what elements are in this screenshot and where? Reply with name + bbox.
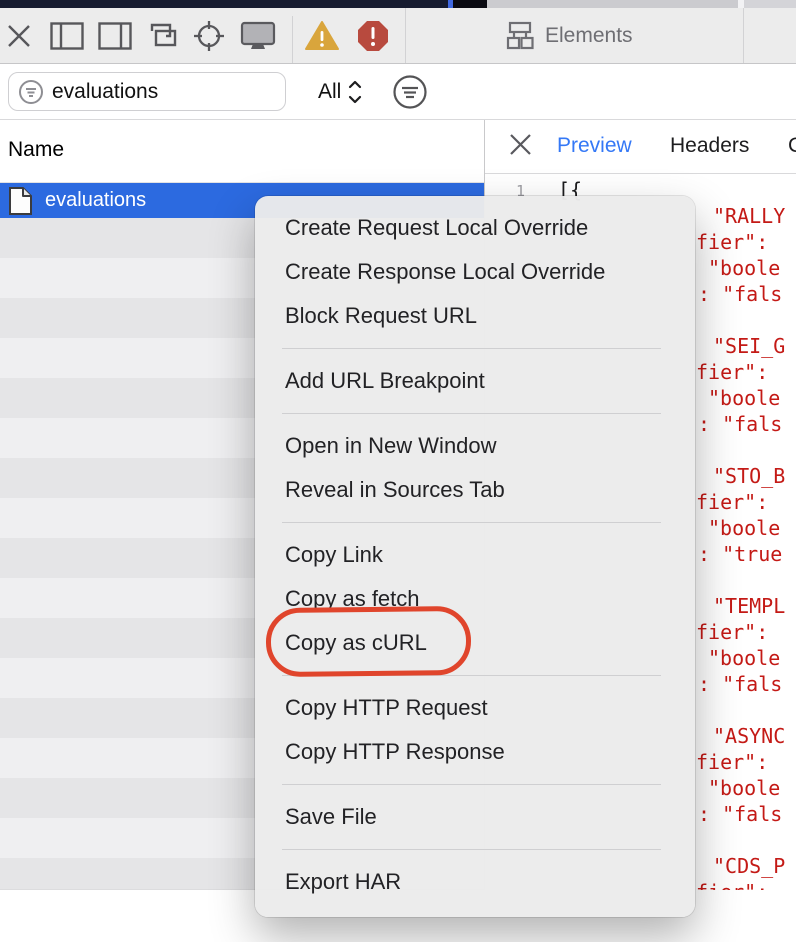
panel-right-icon[interactable] [98, 8, 132, 63]
menu-item-copy-as-fetch[interactable]: Copy as fetch [255, 577, 695, 621]
menu-item-copy-link[interactable]: Copy Link [255, 533, 695, 577]
search-input-field[interactable] [8, 72, 286, 111]
context-menu: Create Request Local OverrideCreate Resp… [255, 196, 695, 917]
document-icon [8, 186, 33, 216]
code-line: "RALLY [713, 203, 785, 229]
chevron-up-down-icon [348, 79, 362, 105]
panel-left-icon[interactable] [50, 8, 84, 63]
menu-separator [282, 849, 661, 850]
code-line: fier": [696, 619, 768, 645]
filter-bar: All [0, 64, 796, 120]
menu-item-copy-as-curl[interactable]: Copy as cURL [255, 621, 695, 665]
scope-dropdown-label: All [318, 80, 341, 104]
code-line: "boole [708, 515, 780, 541]
network-list-header: Name [0, 120, 484, 183]
code-line: : "fals [698, 671, 782, 697]
close-detail-icon[interactable] [507, 131, 534, 158]
warning-icon[interactable] [304, 8, 340, 63]
menu-item-create-response-local-override[interactable]: Create Response Local Override [255, 250, 695, 294]
device-icon[interactable] [240, 8, 276, 63]
menu-item-export-har[interactable]: Export HAR [255, 860, 695, 904]
tab-headers[interactable]: Headers [670, 134, 749, 158]
code-line: "boole [708, 775, 780, 801]
tab-cookies-clipped[interactable]: C [788, 134, 796, 158]
code-line: fier": [696, 749, 768, 775]
code-line: "ASYNC [713, 723, 785, 749]
scope-dropdown[interactable]: All [318, 64, 362, 120]
close-icon[interactable] [4, 8, 34, 63]
menu-item-add-url-breakpoint[interactable]: Add URL Breakpoint [255, 359, 695, 403]
window-strip-segment [744, 0, 796, 8]
code-line: : "fals [698, 411, 782, 437]
web-inspector-window: Elements All Name evaluations [0, 0, 796, 942]
code-line: "STO_B [713, 463, 785, 489]
menu-separator [282, 413, 661, 414]
name-column-header: Name [8, 138, 64, 162]
menu-separator [282, 675, 661, 676]
window-strip-segment [0, 0, 448, 8]
cascade-windows-icon[interactable] [146, 8, 180, 63]
menu-item-copy-http-request[interactable]: Copy HTTP Request [255, 686, 695, 730]
code-line: "boole [708, 385, 780, 411]
code-line: "CDS_P [713, 853, 785, 879]
elements-tab-icon [503, 8, 537, 63]
toolbar-divider [405, 8, 406, 63]
error-icon[interactable] [356, 8, 390, 63]
code-line: fier": [696, 879, 768, 890]
menu-item-block-request-url[interactable]: Block Request URL [255, 294, 695, 338]
window-strip-segment [453, 0, 487, 8]
code-line: "boole [708, 255, 780, 281]
code-line: "boole [708, 645, 780, 671]
menu-item-save-file[interactable]: Save File [255, 795, 695, 839]
element-selector-icon[interactable] [192, 8, 226, 63]
code-line: fier": [696, 359, 768, 385]
code-line: fier": [696, 229, 768, 255]
detail-tab-bar: Preview Headers C [485, 120, 796, 174]
menu-item-create-request-local-override[interactable]: Create Request Local Override [255, 206, 695, 250]
menu-separator [282, 522, 661, 523]
code-line: : "fals [698, 801, 782, 827]
menu-item-reveal-in-sources-tab[interactable]: Reveal in Sources Tab [255, 468, 695, 512]
request-name: evaluations [45, 189, 146, 212]
menu-separator [282, 784, 661, 785]
menu-separator [282, 348, 661, 349]
toolbar-divider [743, 8, 744, 63]
code-line: "SEI_G [713, 333, 785, 359]
code-line: : "true [698, 541, 782, 567]
inspector-toolbar: Elements [0, 8, 796, 64]
tab-elements[interactable]: Elements [545, 8, 655, 63]
menu-item-open-in-new-window[interactable]: Open in New Window [255, 424, 695, 468]
code-line: fier": [696, 489, 768, 515]
filter-icon [18, 79, 44, 105]
menu-item-copy-http-response[interactable]: Copy HTTP Response [255, 730, 695, 774]
code-line: "TEMPL [713, 593, 785, 619]
toolbar-divider [292, 16, 293, 63]
tab-preview[interactable]: Preview [557, 134, 632, 158]
filter-options-button[interactable] [393, 75, 427, 109]
search-input[interactable] [52, 80, 272, 104]
window-strip-segment [487, 0, 738, 8]
code-line: : "fals [698, 281, 782, 307]
